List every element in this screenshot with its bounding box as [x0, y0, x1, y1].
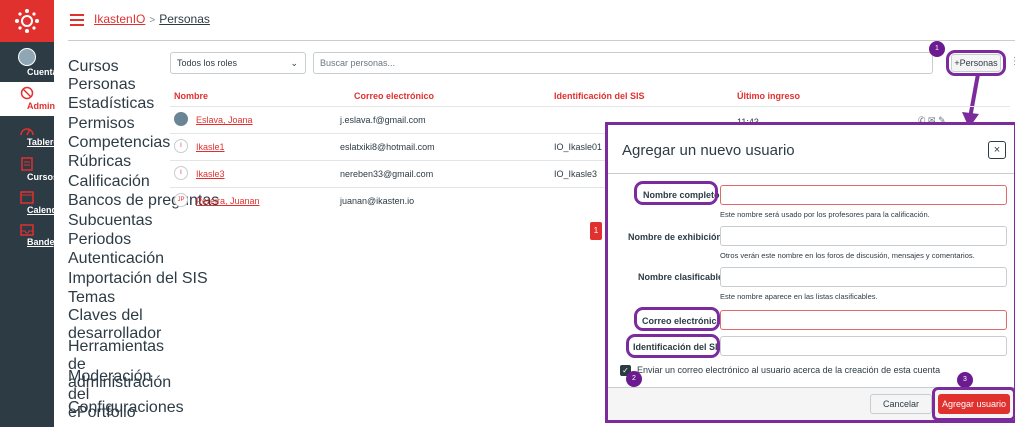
- highlight-email: [634, 307, 720, 331]
- breadcrumb-separator: >: [149, 15, 156, 26]
- sis-id-input[interactable]: [720, 336, 1007, 356]
- header-sis[interactable]: Identificación del SIS: [554, 91, 645, 101]
- user-email: nereben33@gmail.com: [340, 169, 434, 179]
- user-email: juanan@ikasten.io: [340, 196, 415, 206]
- dialog-divider: [608, 173, 1014, 174]
- more-options-icon[interactable]: ⋮: [1010, 56, 1015, 67]
- user-email: j.eslava.f@gmail.com: [340, 115, 426, 125]
- global-nav: Cuenta Admin Tablero Cursos Calendario B…: [0, 0, 110, 427]
- hint-display-name: Otros verán este nombre en los foros de …: [720, 251, 975, 260]
- hint-sortable-name: Este nombre aparece en las listas clasif…: [720, 292, 878, 301]
- header-correo[interactable]: Correo electrónico: [354, 91, 434, 101]
- course-nav-estadisticas[interactable]: Estadísticas: [68, 95, 154, 113]
- course-nav-permisos[interactable]: Permisos: [68, 115, 135, 133]
- nav-bandeja[interactable]: Bandeja de entrada: [0, 224, 110, 247]
- course-nav-calificacion[interactable]: Calificación: [68, 173, 150, 191]
- add-user-dialog: Agregar un nuevo usuario × Nombre comple…: [605, 122, 1015, 423]
- user-email: eslatxiki8@hotmail.com: [340, 142, 435, 152]
- display-name-input[interactable]: [720, 226, 1007, 246]
- canvas-logo-icon[interactable]: [0, 0, 54, 42]
- field-label-display-name: Nombre de exhibición: [628, 232, 723, 242]
- header-divider: [68, 40, 1015, 41]
- annotation-step-2: 2: [626, 371, 642, 387]
- annotation-step-3: 3: [957, 372, 973, 388]
- nav-calendario[interactable]: Calendario: [0, 190, 74, 215]
- nav-admin[interactable]: Admin: [0, 82, 55, 116]
- breadcrumb-root[interactable]: IkastenIO: [94, 12, 145, 26]
- account-avatar-icon: [18, 48, 36, 66]
- user-name-link[interactable]: Ikasle1: [196, 142, 225, 152]
- nav-cuenta[interactable]: Cuenta: [0, 48, 58, 77]
- sortable-name-input[interactable]: [720, 267, 1007, 287]
- avatar: [174, 112, 188, 126]
- email-field[interactable]: [720, 310, 1007, 330]
- role-select[interactable]: Todos los roles ⌄: [170, 52, 306, 74]
- highlight-full-name: [634, 181, 718, 205]
- courses-book-icon: [21, 157, 33, 171]
- course-nav-personas[interactable]: Personas: [68, 76, 136, 94]
- course-nav-competencias[interactable]: Competencias: [68, 134, 170, 152]
- full-name-input[interactable]: [720, 185, 1007, 205]
- cancel-button[interactable]: Cancelar: [870, 394, 932, 414]
- send-email-label[interactable]: Enviar un correo electrónico al usuario …: [637, 365, 940, 375]
- admin-shield-icon: [20, 86, 34, 100]
- hint-full-name: Este nombre será usado por los profesore…: [720, 210, 930, 219]
- app: Cuenta Admin Tablero Cursos Calendario B…: [0, 0, 1015, 427]
- close-icon[interactable]: ×: [988, 141, 1006, 159]
- course-nav-temas[interactable]: Temas: [68, 289, 115, 307]
- annotation-step-1: 1: [929, 41, 945, 57]
- breadcrumb-current[interactable]: Personas: [159, 12, 210, 26]
- avatar: JP: [174, 193, 188, 207]
- course-nav-importacion-sis[interactable]: Importación del SIS: [68, 270, 208, 288]
- hamburger-menu-icon[interactable]: [70, 14, 84, 26]
- highlight-sis-id: [626, 334, 720, 358]
- header-nombre[interactable]: Nombre: [174, 91, 208, 101]
- notification-badge: 1: [590, 222, 602, 240]
- course-nav-subcuentas[interactable]: Subcuentas: [68, 212, 153, 230]
- course-nav-autenticacion[interactable]: Autenticación: [68, 250, 164, 268]
- course-nav-cursos[interactable]: Cursos: [68, 58, 119, 76]
- field-label-sortable-name: Nombre clasificable: [638, 272, 724, 282]
- user-name-link[interactable]: Pereira, Juanan: [196, 196, 260, 206]
- user-name-link[interactable]: Eslava, Joana: [196, 115, 253, 125]
- role-select-value: Todos los roles: [177, 58, 238, 68]
- search-placeholder: Buscar personas...: [320, 58, 396, 68]
- breadcrumb: IkastenIO > Personas: [94, 12, 210, 26]
- header-ultimo-ingreso[interactable]: Último ingreso: [737, 91, 800, 101]
- course-nav-periodos[interactable]: Periodos: [68, 231, 131, 249]
- user-sis: IO_Ikasle01: [554, 142, 603, 152]
- user-sis: IO_Ikasle3: [554, 169, 598, 179]
- nav-cursos[interactable]: Cursos: [0, 157, 58, 182]
- highlight-add-user: [932, 387, 1015, 421]
- user-name-link[interactable]: Ikasle3: [196, 169, 225, 179]
- course-nav-rubricas[interactable]: Rúbricas: [68, 153, 131, 171]
- nav-tablero[interactable]: Tablero: [0, 124, 59, 147]
- avatar: I: [174, 139, 188, 153]
- inbox-icon: [20, 224, 34, 236]
- dialog-title: Agregar un nuevo usuario: [622, 142, 795, 159]
- calendar-icon: [20, 191, 34, 204]
- avatar: I: [174, 166, 188, 180]
- dashboard-icon: [20, 128, 34, 136]
- chevron-down-icon: ⌄: [290, 58, 298, 68]
- course-nav-configuraciones[interactable]: Configuraciones: [68, 399, 184, 417]
- search-input[interactable]: Buscar personas...: [313, 52, 933, 74]
